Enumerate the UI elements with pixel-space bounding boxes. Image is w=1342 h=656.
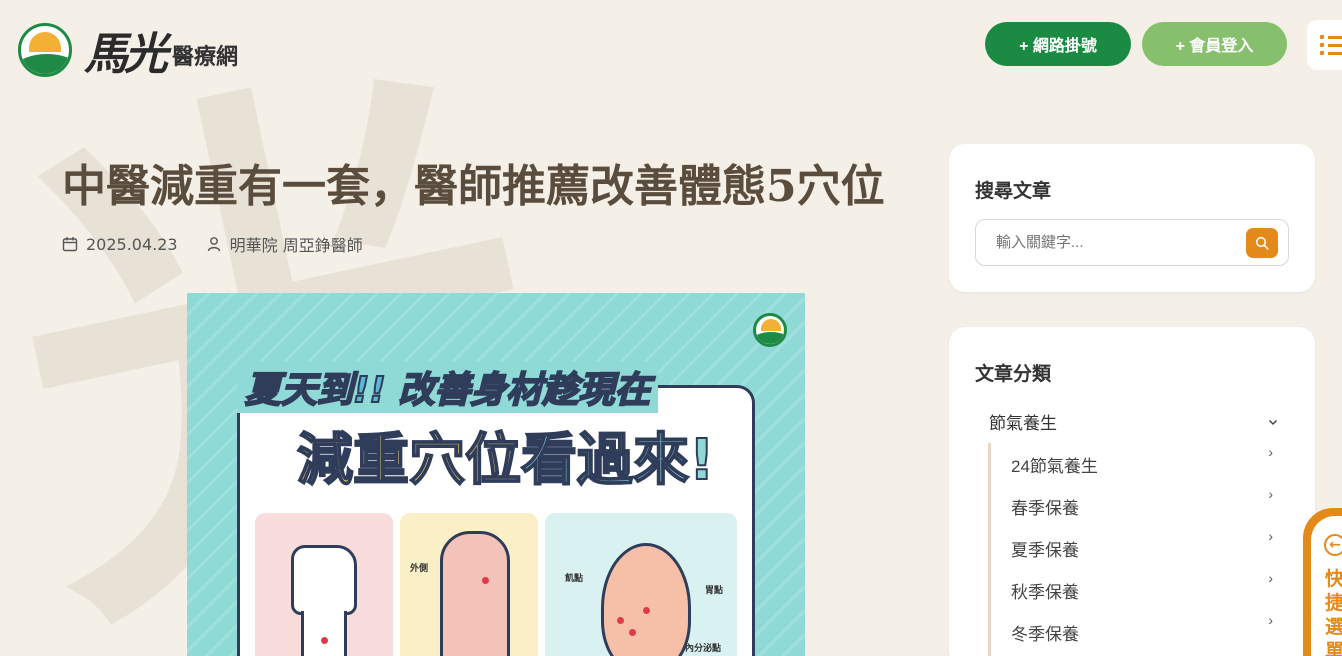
acupoint-marker [321, 637, 328, 644]
arrow-left-circle-icon: ← [1324, 534, 1342, 556]
member-login-button[interactable]: + 會員登入 [1142, 22, 1287, 66]
category-item[interactable]: 秋季保養 › [1011, 570, 1273, 603]
ear-label-bottom: 內分泌點 [685, 644, 722, 654]
online-registration-button[interactable]: + 網路掛號 [985, 22, 1131, 66]
chevron-right-icon: › [1268, 486, 1273, 502]
site-header: 馬光 醫療網 + 網路掛號 + 會員登入 [0, 0, 1342, 92]
acupoint-marker [617, 617, 624, 624]
chevron-right-icon: › [1268, 612, 1273, 628]
site-logo[interactable]: 馬光 醫療網 [18, 18, 238, 82]
category-item-label: 夏季保養 [1011, 541, 1079, 560]
article-poster-image: 夏天到!! 改善身材趁現在 減重穴位看過來! 外側 飢點 胃點 內分泌點 [187, 293, 805, 656]
logo-script-text: 馬光 [84, 29, 168, 80]
search-card-title: 搜尋文章 [975, 181, 1052, 202]
category-item[interactable]: 春季保養 › [1011, 486, 1273, 519]
article-author-wrap: 明華院 周亞錚醫師 [206, 232, 363, 256]
category-indent-line [988, 443, 991, 656]
acupoint-marker [629, 629, 636, 636]
wrist-illustration [301, 611, 347, 656]
ear-label-left: 飢點 [565, 574, 584, 584]
poster-subtitle: 夏天到!! 改善身材趁現在 [237, 361, 659, 413]
fist-illustration [291, 545, 357, 615]
poster-panel-ear: 飢點 胃點 內分泌點 [545, 513, 737, 656]
chevron-right-icon: › [1268, 570, 1273, 586]
category-item-label: 冬季保養 [1011, 625, 1079, 644]
poster-panel-arm: 外側 [400, 513, 538, 656]
search-button[interactable] [1246, 228, 1278, 258]
poster-headline-teal: 看過來! [520, 427, 716, 494]
category-parent-label: 節氣養生 [989, 414, 1057, 433]
ear-label-right: 胃點 [705, 586, 724, 596]
category-card: 文章分類 節氣養生 24節氣養生 › 春季保養 › 夏季保養 › 秋季保養 › … [949, 327, 1315, 656]
poster-headline: 減重穴位看過來! [296, 415, 716, 496]
ear-illustration [601, 543, 691, 656]
chevron-down-icon [1268, 419, 1278, 425]
category-item[interactable]: 24節氣養生 › [1011, 444, 1273, 477]
arm-illustration [440, 531, 510, 656]
logo-badge-icon [18, 23, 72, 77]
poster-logo-icon [753, 313, 787, 347]
article-title: 中醫減重有一套，醫師推薦改善體態5穴位 [62, 161, 885, 212]
user-icon [207, 237, 220, 252]
article-author: 明華院 周亞錚醫師 [229, 236, 363, 255]
search-card: 搜尋文章 [949, 144, 1315, 292]
category-item[interactable]: 冬季保養 › [1011, 612, 1273, 645]
arm-label: 外側 [410, 564, 429, 574]
search-icon [1255, 236, 1269, 250]
chevron-right-icon: › [1268, 528, 1273, 544]
category-item-label: 春季保養 [1011, 499, 1079, 518]
menu-button[interactable] [1307, 20, 1342, 70]
list-menu-icon [1320, 35, 1342, 59]
quick-menu-tab[interactable]: ← 快捷選單 [1303, 508, 1342, 656]
calendar-icon [62, 237, 78, 252]
poster-headline-yellow: 減重穴位 [296, 427, 522, 494]
article-date: 2025.04.23 [86, 234, 178, 254]
acupoint-marker [643, 607, 650, 614]
search-input[interactable] [975, 219, 1289, 266]
logo-subtitle: 醫療網 [172, 44, 239, 70]
article-meta: 2025.04.23 明華院 周亞錚醫師 [62, 232, 363, 256]
quick-menu-label: 快捷選單 [1325, 569, 1342, 656]
category-parent-item[interactable]: 節氣養生 [989, 409, 1279, 434]
category-card-title: 文章分類 [975, 364, 1052, 385]
poster-panel-wrist [255, 513, 393, 656]
category-item[interactable]: 夏季保養 › [1011, 528, 1273, 561]
category-item-label: 秋季保養 [1011, 583, 1079, 602]
acupoint-marker [482, 577, 489, 584]
category-item-label: 24節氣養生 [1011, 457, 1098, 476]
chevron-right-icon: › [1268, 444, 1273, 460]
